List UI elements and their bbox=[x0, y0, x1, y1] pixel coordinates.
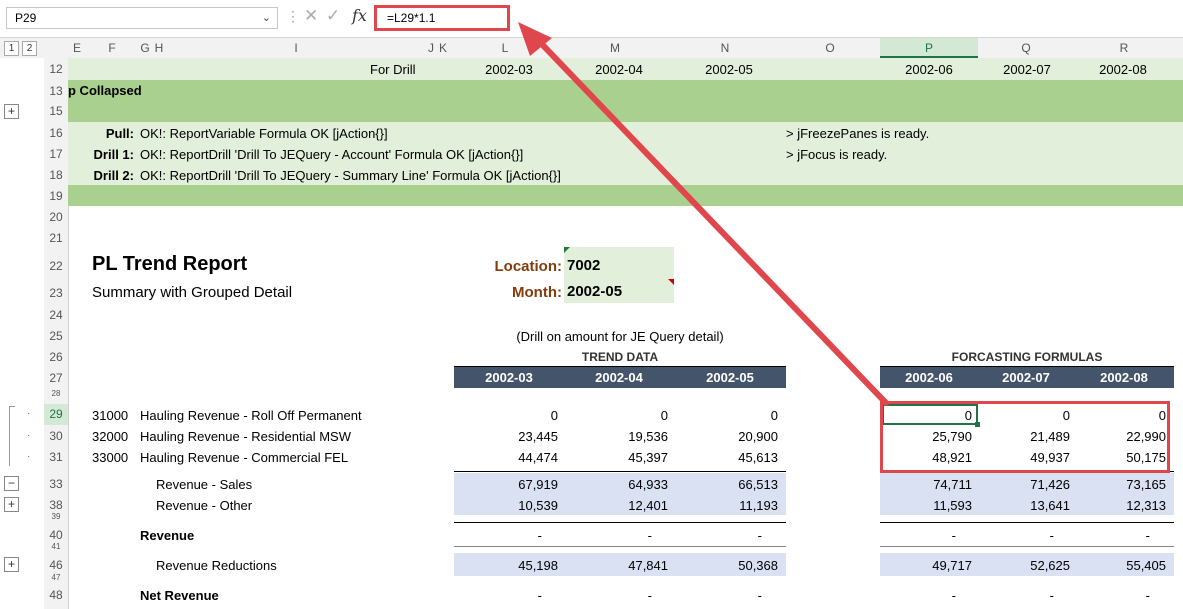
arrow-icon bbox=[518, 22, 889, 406]
annotation-arrow bbox=[518, 22, 889, 406]
